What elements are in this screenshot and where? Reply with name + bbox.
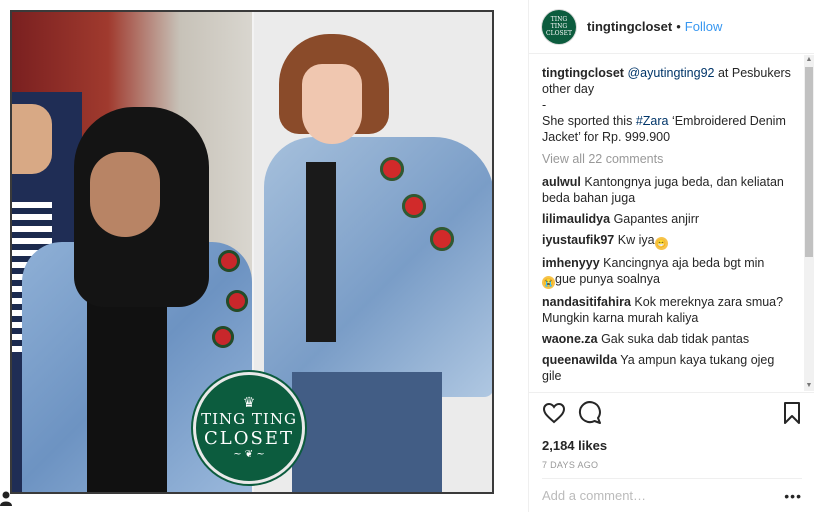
woman-face-left: [90, 152, 160, 237]
comments-list: tingtingcloset @ayutingting92 at Pesbuke…: [529, 55, 814, 391]
follow-button[interactable]: Follow: [685, 19, 723, 34]
logo-line2: CLOSET: [204, 428, 294, 449]
crown-icon: ♛: [242, 395, 256, 411]
scroll-up-icon[interactable]: ▲: [805, 55, 813, 65]
bookmark-icon[interactable]: [782, 401, 802, 425]
comment-item: imhenyyy Kancingnya aja beda bgt min 😭 gu…: [542, 255, 795, 289]
username-link[interactable]: tingtingcloset: [587, 19, 672, 34]
scroll-thumb[interactable]: [805, 67, 813, 257]
action-icons: [542, 401, 802, 425]
post-caption: tingtingcloset @ayutingting92 at Pesbuke…: [542, 65, 795, 145]
post-timestamp[interactable]: 7 DAYS AGO: [542, 460, 802, 470]
caption-username[interactable]: tingtingcloset: [542, 66, 624, 80]
denim-jacket-right: [264, 137, 492, 397]
jeans: [292, 372, 442, 492]
post-actions: 2,184 likes 7 DAYS AGO: [529, 392, 814, 474]
comment-username[interactable]: imhenyyy: [542, 256, 600, 270]
comments-scrollbar[interactable]: ▲ ▼: [804, 55, 814, 391]
heart-icon[interactable]: [542, 401, 566, 425]
embroidered-flower: [380, 157, 404, 181]
likes-count[interactable]: 2,184 likes: [542, 438, 802, 453]
caption-dash: -: [542, 98, 547, 112]
comment-username[interactable]: lilimaulidya: [542, 212, 610, 226]
separator-dot: •: [676, 19, 681, 34]
person-background-face: [12, 104, 52, 174]
add-comment-bar: •••: [542, 478, 802, 512]
comment-text: Gapantes anjirr: [613, 212, 700, 226]
comment-text: gue punya soalnya: [555, 272, 660, 286]
avatar[interactable]: TING TING CLOSET: [542, 9, 576, 44]
comment-item: waone.za Gak suka dab tidak pantas: [542, 331, 795, 347]
comment-input[interactable]: [542, 488, 772, 503]
ornament-icon: ~ ❦ ~: [233, 449, 265, 460]
view-all-comments-link[interactable]: View all 22 comments: [542, 151, 795, 167]
post-image[interactable]: ♛ TING TING CLOSET ~ ❦ ~: [0, 0, 528, 512]
comment-item: queenawilda Ya ampun kaya tukang ojeg gi…: [542, 352, 795, 384]
comment-item: aulwul Kantongnya juga beda, dan keliata…: [542, 174, 795, 206]
caption-hashtag[interactable]: #Zara: [636, 114, 669, 128]
grin-emoji-icon: 😁: [654, 237, 668, 250]
more-options-icon[interactable]: •••: [784, 488, 802, 504]
user-tag-icon[interactable]: [0, 490, 14, 510]
crying-emoji-icon: 😭: [542, 276, 555, 289]
post-sidebar: TING TING CLOSET tingtingcloset • Follow…: [528, 0, 814, 512]
comment-username[interactable]: iyustaufik97: [542, 233, 614, 247]
embroidered-flower: [402, 194, 426, 218]
comment-item: nandasitifahira Kok mereknya zara smua? …: [542, 294, 795, 326]
black-top-right: [306, 162, 336, 342]
embroidered-flower: [430, 227, 454, 251]
avatar-text: TING TING CLOSET: [546, 16, 572, 37]
comment-text: Gak suka dab tidak pantas: [601, 332, 750, 346]
embroidered-flower: [218, 250, 240, 272]
post-header: TING TING CLOSET tingtingcloset • Follow: [529, 0, 814, 54]
scroll-down-icon[interactable]: ▼: [805, 381, 813, 391]
comment-text: Kw iya: [617, 233, 655, 247]
caption-text: She sported this: [542, 114, 636, 128]
comment-username[interactable]: nandasitifahira: [542, 295, 631, 309]
watermark-logo: ♛ TING TING CLOSET ~ ❦ ~: [193, 372, 305, 484]
comment-item: iyustaufik97 Kw iya 😁: [542, 232, 795, 250]
embroidered-flower: [226, 290, 248, 312]
logo-line1: TING TING: [201, 410, 297, 428]
comment-username[interactable]: aulwul: [542, 175, 581, 189]
comment-username[interactable]: waone.za: [542, 332, 598, 346]
comment-text: Kancingnya aja beda bgt min: [603, 256, 765, 270]
comment-icon[interactable]: [578, 401, 602, 425]
comment-username[interactable]: queenawilda: [542, 353, 617, 367]
embroidered-flower: [212, 326, 234, 348]
caption-mention[interactable]: @ayutingting92: [627, 66, 714, 80]
model-face: [302, 64, 362, 144]
comment-item: lilimaulidya Gapantes anjirr: [542, 211, 795, 227]
